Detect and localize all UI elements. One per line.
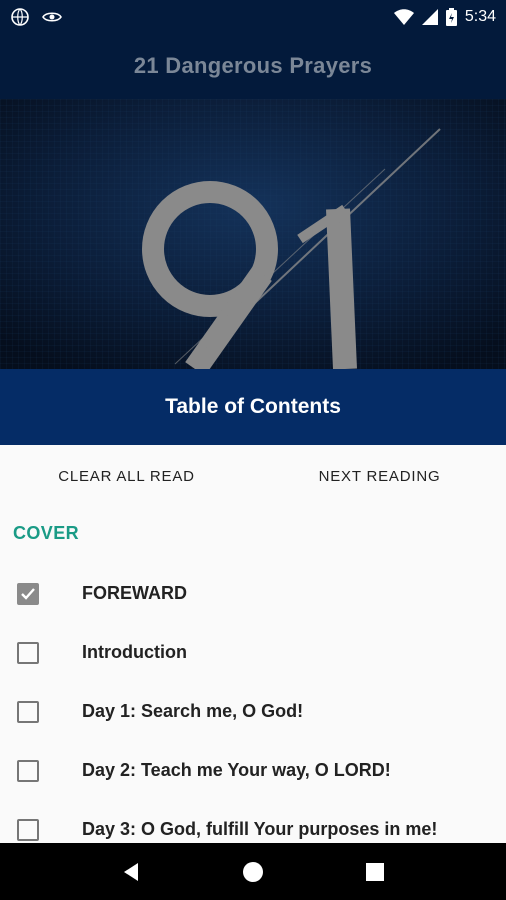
checkbox[interactable]: [17, 759, 39, 782]
status-left: [10, 7, 62, 27]
toc-list: FOREWARD Introduction Day 1: Search me, …: [0, 564, 506, 859]
status-time: 5:34: [464, 7, 496, 25]
wifi-icon: [393, 8, 414, 25]
toc-item-foreward[interactable]: FOREWARD: [0, 564, 506, 623]
toc-item-label: Day 2: Teach me Your way, O LORD!: [82, 760, 391, 780]
section-title-cover[interactable]: COVER: [13, 523, 79, 544]
globe-icon: [10, 7, 30, 27]
checkbox[interactable]: [17, 641, 39, 664]
next-reading-button[interactable]: NEXT READING: [253, 468, 506, 485]
checkbox-checked[interactable]: [17, 582, 39, 605]
status-bar: 5:34: [0, 0, 506, 33]
clear-all-read-button[interactable]: CLEAR ALL READ: [0, 468, 253, 485]
checkbox[interactable]: [17, 818, 39, 841]
eye-icon: [42, 10, 62, 24]
toc-item-label: Day 3: O God, fulfill Your purposes in m…: [82, 819, 438, 839]
toc-item-introduction[interactable]: Introduction: [0, 623, 506, 682]
signal-icon: [421, 8, 438, 25]
check-icon: [21, 587, 35, 600]
back-icon[interactable]: [111, 852, 151, 892]
toc-actions: CLEAR ALL READ NEXT READING: [0, 445, 506, 507]
checkbox[interactable]: [17, 700, 39, 723]
toc-item-label: FOREWARD: [82, 583, 187, 603]
toc-item-day-1[interactable]: Day 1: Search me, O God!: [0, 682, 506, 741]
toc-item-day-2[interactable]: Day 2: Teach me Your way, O LORD!: [0, 741, 506, 800]
banner-image: [0, 99, 506, 369]
recents-icon[interactable]: [355, 852, 395, 892]
nav-bar: [0, 843, 506, 900]
toc-item-label: Day 1: Search me, O God!: [82, 701, 304, 721]
app-title: 21 Dangerous Prayers: [133, 53, 373, 78]
toc-header: Table of Contents: [0, 369, 506, 445]
toc-title: Table of Contents: [165, 395, 341, 418]
status-right: 5:34: [393, 7, 496, 26]
home-icon[interactable]: [233, 852, 273, 892]
toc-item-label: Introduction: [82, 642, 187, 662]
app-bar: 21 Dangerous Prayers: [0, 33, 506, 99]
battery-icon: [445, 7, 457, 26]
